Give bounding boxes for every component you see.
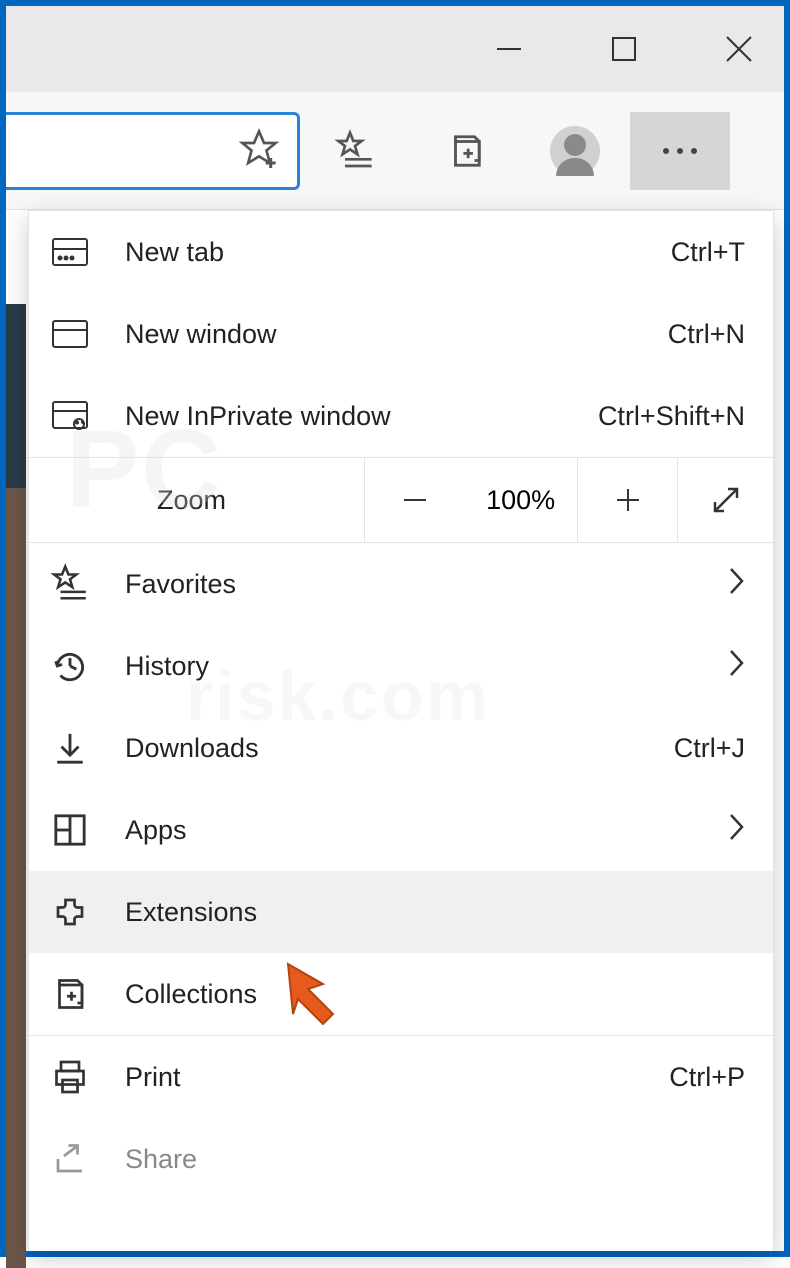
favorite-star-icon[interactable] bbox=[239, 128, 279, 173]
menu-item-shortcut: Ctrl+Shift+N bbox=[598, 401, 745, 432]
chevron-right-icon bbox=[729, 813, 745, 848]
menu-item-shortcut: Ctrl+N bbox=[668, 319, 745, 350]
menu-item-label: Extensions bbox=[125, 897, 745, 928]
menu-item-label: New InPrivate window bbox=[125, 401, 598, 432]
window-titlebar bbox=[6, 6, 784, 92]
favorites-list-icon[interactable] bbox=[300, 131, 410, 171]
menu-item-extensions[interactable]: Extensions bbox=[29, 871, 773, 953]
menu-item-history[interactable]: History bbox=[29, 625, 773, 707]
window-icon bbox=[49, 319, 91, 349]
background-page-fragment bbox=[6, 488, 26, 1268]
profile-avatar[interactable] bbox=[520, 126, 630, 176]
collections-icon[interactable] bbox=[410, 132, 520, 170]
zoom-out-button[interactable] bbox=[364, 458, 464, 542]
inprivate-icon bbox=[49, 400, 91, 432]
menu-item-label: Share bbox=[125, 1144, 745, 1175]
menu-item-share[interactable]: Share bbox=[29, 1118, 773, 1200]
menu-item-favorites[interactable]: Favorites bbox=[29, 543, 773, 625]
apps-icon bbox=[49, 813, 91, 847]
address-bar[interactable] bbox=[6, 112, 300, 190]
download-icon bbox=[49, 730, 91, 766]
browser-window: PC risk.com New tab Ctrl+T New window Ct… bbox=[0, 0, 790, 1257]
menu-item-print[interactable]: Print Ctrl+P bbox=[29, 1036, 773, 1118]
extensions-icon bbox=[49, 894, 91, 930]
menu-item-label: New tab bbox=[125, 237, 671, 268]
zoom-label: Zoom bbox=[29, 485, 364, 516]
zoom-in-button[interactable] bbox=[577, 458, 677, 542]
menu-item-new-inprivate[interactable]: New InPrivate window Ctrl+Shift+N bbox=[29, 375, 773, 457]
minimize-button[interactable] bbox=[489, 29, 529, 69]
menu-item-label: New window bbox=[125, 319, 668, 350]
collections-menu-icon bbox=[49, 976, 91, 1012]
browser-toolbar bbox=[6, 92, 784, 210]
menu-item-collections[interactable]: Collections bbox=[29, 953, 773, 1035]
menu-item-label: Downloads bbox=[125, 733, 674, 764]
avatar-icon bbox=[550, 126, 600, 176]
fullscreen-button[interactable] bbox=[677, 458, 773, 542]
history-icon bbox=[49, 647, 91, 685]
zoom-control: Zoom 100% bbox=[29, 457, 773, 543]
maximize-button[interactable] bbox=[604, 29, 644, 69]
menu-item-apps[interactable]: Apps bbox=[29, 789, 773, 871]
menu-item-label: Collections bbox=[125, 979, 745, 1010]
print-icon bbox=[49, 1059, 91, 1095]
menu-item-new-tab[interactable]: New tab Ctrl+T bbox=[29, 211, 773, 293]
chevron-right-icon bbox=[729, 649, 745, 684]
menu-item-label: Apps bbox=[125, 815, 729, 846]
menu-item-label: History bbox=[125, 651, 729, 682]
menu-item-label: Print bbox=[125, 1062, 669, 1093]
menu-item-shortcut: Ctrl+J bbox=[674, 733, 745, 764]
menu-item-label: Favorites bbox=[125, 569, 729, 600]
menu-item-downloads[interactable]: Downloads Ctrl+J bbox=[29, 707, 773, 789]
zoom-value: 100% bbox=[464, 485, 577, 516]
favorites-icon bbox=[49, 565, 91, 603]
more-menu-button[interactable] bbox=[630, 112, 730, 190]
new-tab-icon bbox=[49, 237, 91, 267]
menu-item-shortcut: Ctrl+P bbox=[669, 1062, 745, 1093]
share-icon bbox=[49, 1141, 91, 1177]
menu-item-shortcut: Ctrl+T bbox=[671, 237, 745, 268]
menu-item-new-window[interactable]: New window Ctrl+N bbox=[29, 293, 773, 375]
chevron-right-icon bbox=[729, 567, 745, 602]
settings-menu: New tab Ctrl+T New window Ctrl+N New InP… bbox=[28, 210, 774, 1251]
close-button[interactable] bbox=[719, 29, 759, 69]
